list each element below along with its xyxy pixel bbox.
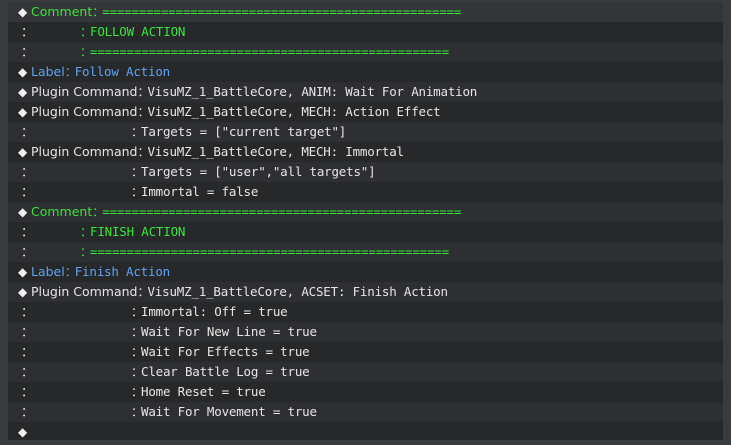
list-scrollbar[interactable]: [725, 2, 731, 440]
separator-colon: ：: [131, 165, 144, 179]
diamond-icon: ◆: [18, 65, 28, 79]
command-parameters: Targets = ["user","all targets"]: [141, 164, 376, 179]
command-parameters: ========================================…: [90, 244, 449, 259]
command-name: Label: [31, 64, 65, 79]
command-row[interactable]: ：：Immortal: Off = true: [8, 302, 723, 322]
separator-colon: ：: [64, 265, 77, 279]
command-parameters: Clear Battle Log = true: [141, 364, 310, 379]
command-parameters: VisuMZ_1_BattleCore, MECH: Immortal: [147, 144, 404, 159]
command-parameters: Follow Action: [74, 64, 170, 79]
command-row[interactable]: ◆ Plugin Command：VisuMZ_1_BattleCore, MEC…: [8, 142, 723, 162]
separator-colon: ：: [80, 225, 93, 239]
command-row[interactable]: ◆ Comment：===============================…: [8, 202, 723, 222]
separator-colon: ：: [80, 245, 93, 259]
command-row[interactable]: ◆ Plugin Command：VisuMZ_1_BattleCore, ANI…: [8, 82, 723, 102]
event-command-list[interactable]: ◆ Comment：===============================…: [8, 2, 723, 440]
event-editor-frame: ◆ Comment：===============================…: [0, 0, 731, 445]
separator-colon: ：: [131, 405, 144, 419]
command-parameters: ========================================…: [90, 44, 449, 59]
command-parameters: Targets = ["current target"]: [141, 124, 347, 139]
separator-colon: ：: [92, 5, 105, 19]
command-name: Plugin Command: [31, 84, 138, 99]
command-parameters: ========================================…: [102, 204, 462, 219]
command-row[interactable]: ：：======================================…: [8, 242, 723, 262]
diamond-icon: ◆: [18, 285, 28, 299]
separator-colon: ：: [92, 205, 105, 219]
command-row[interactable]: ◆ Plugin Command：VisuMZ_1_BattleCore, ACS…: [8, 282, 723, 302]
command-row[interactable]: ：：Targets = ["user","all targets"]: [8, 162, 723, 182]
command-row[interactable]: ◆ Plugin Command：VisuMZ_1_BattleCore, MEC…: [8, 102, 723, 122]
separator-colon: ：: [137, 285, 150, 299]
command-parameters: Wait For Effects = true: [141, 344, 310, 359]
command-row[interactable]: ◆: [8, 422, 723, 440]
command-row[interactable]: ◆ Label：Follow Action: [8, 62, 723, 82]
separator-colon: ：: [131, 125, 144, 139]
command-parameters: ========================================…: [102, 4, 462, 19]
continuation-marker: ：: [21, 324, 34, 339]
command-parameters: VisuMZ_1_BattleCore, ANIM: Wait For Anim…: [147, 84, 478, 99]
separator-colon: ：: [131, 305, 144, 319]
diamond-icon: ◆: [18, 5, 28, 19]
continuation-marker: ：: [21, 404, 34, 419]
diamond-icon: ◆: [18, 265, 28, 279]
separator-colon: ：: [131, 385, 144, 399]
diamond-icon: ◆: [18, 425, 28, 439]
command-row[interactable]: ：：FOLLOW ACTION: [8, 22, 723, 42]
continuation-marker: ：: [21, 244, 34, 259]
separator-colon: ：: [131, 325, 144, 339]
diamond-icon: ◆: [18, 105, 28, 119]
command-parameters: Immortal: Off = true: [141, 304, 288, 319]
separator-colon: ：: [137, 85, 150, 99]
separator-colon: ：: [131, 185, 144, 199]
command-row[interactable]: ：：Immortal = false: [8, 182, 723, 202]
continuation-marker: ：: [21, 224, 34, 239]
command-parameters: VisuMZ_1_BattleCore, ACSET: Finish Actio…: [147, 284, 448, 299]
command-parameters: Finish Action: [74, 264, 170, 279]
command-row[interactable]: ：：Wait For Effects = true: [8, 342, 723, 362]
separator-colon: ：: [137, 105, 150, 119]
command-row[interactable]: ◆ Comment：===============================…: [8, 2, 723, 22]
command-name: Comment: [31, 204, 93, 219]
command-name: Plugin Command: [31, 144, 138, 159]
continuation-marker: ：: [21, 124, 34, 139]
continuation-marker: ：: [21, 44, 34, 59]
command-row[interactable]: ◆ Label：Finish Action: [8, 262, 723, 282]
command-name: Label: [31, 264, 65, 279]
separator-colon: ：: [64, 65, 77, 79]
command-row[interactable]: ：：Home Reset = true: [8, 382, 723, 402]
continuation-marker: ：: [21, 344, 34, 359]
command-parameters: Immortal = false: [141, 184, 259, 199]
command-parameters: Home Reset = true: [141, 384, 266, 399]
command-name: Plugin Command: [31, 104, 138, 119]
separator-colon: ：: [80, 25, 93, 39]
command-row[interactable]: ：：======================================…: [8, 42, 723, 62]
separator-colon: ：: [131, 345, 144, 359]
continuation-marker: ：: [21, 24, 34, 39]
command-parameters: FINISH ACTION: [90, 224, 186, 239]
command-parameters: VisuMZ_1_BattleCore, MECH: Action Effect: [147, 104, 441, 119]
separator-colon: ：: [80, 45, 93, 59]
separator-colon: ：: [137, 145, 150, 159]
separator-colon: ：: [131, 365, 144, 379]
continuation-marker: ：: [21, 384, 34, 399]
diamond-icon: ◆: [18, 85, 28, 99]
continuation-marker: ：: [21, 304, 34, 319]
diamond-icon: ◆: [18, 205, 28, 219]
command-row[interactable]: ：：Wait For Movement = true: [8, 402, 723, 422]
command-parameters: Wait For Movement = true: [141, 404, 317, 419]
continuation-marker: ：: [21, 164, 34, 179]
command-parameters: FOLLOW ACTION: [90, 24, 186, 39]
command-name: Plugin Command: [31, 284, 138, 299]
continuation-marker: ：: [21, 184, 34, 199]
command-row[interactable]: ：：Clear Battle Log = true: [8, 362, 723, 382]
continuation-marker: ：: [21, 364, 34, 379]
command-row[interactable]: ：：FINISH ACTION: [8, 222, 723, 242]
command-parameters: Wait For New Line = true: [141, 324, 317, 339]
diamond-icon: ◆: [18, 145, 28, 159]
command-name: Comment: [31, 4, 93, 19]
command-row[interactable]: ：：Targets = ["current target"]: [8, 122, 723, 142]
command-row[interactable]: ：：Wait For New Line = true: [8, 322, 723, 342]
